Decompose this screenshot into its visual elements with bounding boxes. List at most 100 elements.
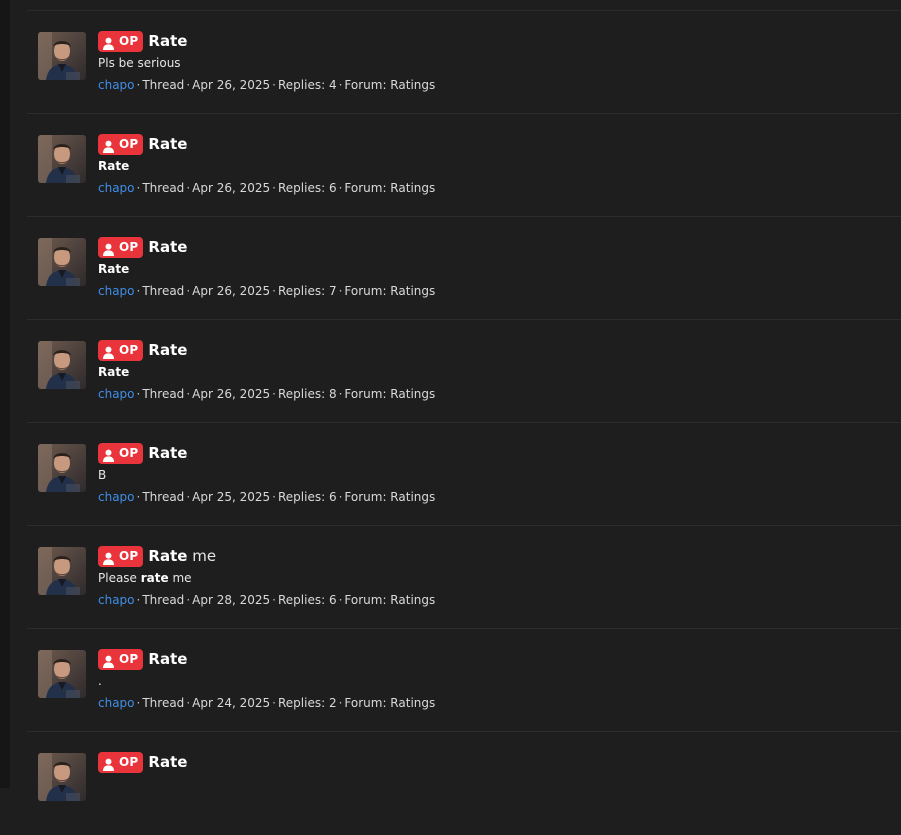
post-date: Apr 24, 2025 [192,696,271,710]
result-title-line: OP Rate [98,751,187,773]
avatar[interactable] [38,547,86,595]
result-snippet: Rate [98,159,129,173]
meta-separator: · [272,490,276,504]
reply-count: Replies: 2 [277,696,337,710]
forum-link[interactable]: Forum: Ratings [344,490,435,504]
reply-count: Replies: 6 [277,593,337,607]
title-highlight: Rate [148,135,188,153]
snippet-text: Pls be serious [98,56,181,70]
author-link[interactable]: chapo [98,181,135,195]
op-badge-label: OP [119,137,139,151]
avatar[interactable] [38,753,86,801]
result-title-line: OP Rate [98,442,187,464]
result-item: OP Rate me Please rate me chapo · Thread · Apr … [27,526,901,629]
op-badge-label: OP [119,240,139,254]
user-icon [102,138,115,153]
post-date: Apr 26, 2025 [192,181,271,195]
op-badge-label: OP [119,446,139,460]
user-icon [102,344,115,359]
content-type: Thread [142,593,185,607]
result-title-line: OP Rate [98,648,187,670]
result-snippet: . [98,674,102,688]
meta-separator: · [186,284,191,298]
thread-title-link[interactable]: Rate [148,32,187,50]
thread-title-link[interactable]: Rate [148,135,187,153]
post-date: Apr 26, 2025 [192,387,271,401]
thread-title-link[interactable]: Rate me [148,547,216,565]
op-badge-label: OP [119,343,139,357]
op-badge: OP [98,751,144,773]
forum-link[interactable]: Forum: Ratings [344,696,435,710]
user-icon [102,35,115,50]
result-item: OP Rate Rate chapo · Thread · Apr 26, 2025 · Repl… [27,114,901,217]
reply-count: Replies: 6 [277,490,337,504]
result-title-line: OP Rate [98,339,187,361]
forum-link[interactable]: Forum: Ratings [344,181,435,195]
meta-separator: · [186,181,191,195]
post-date: Apr 26, 2025 [192,284,271,298]
meta-separator: · [272,387,276,401]
author-link[interactable]: chapo [98,593,135,607]
content-type: Thread [142,696,185,710]
forum-link[interactable]: Forum: Ratings [344,387,435,401]
content-type: Thread [142,181,185,195]
avatar[interactable] [38,32,86,80]
result-snippet: B [98,468,106,482]
result-snippet: Please rate me [98,571,192,585]
author-link[interactable]: chapo [98,78,135,92]
meta-separator: · [186,490,191,504]
title-highlight: Rate [148,238,188,256]
op-badge: OP [98,648,144,670]
author-link[interactable]: chapo [98,696,135,710]
op-badge-label: OP [119,652,139,666]
result-item: OP Rate. chapo · Thread · Apr 24, 2025 · Replies… [27,629,901,732]
op-badge: OP [98,30,144,52]
op-badge: OP [98,133,144,155]
left-sidebar-edge [0,0,10,788]
result-meta: chapo · Thread · Apr 26, 2025 · Replies: 4 · For… [98,78,435,92]
avatar[interactable] [38,341,86,389]
author-link[interactable]: chapo [98,284,135,298]
avatar[interactable] [38,650,86,698]
op-badge: OP [98,545,144,567]
avatar[interactable] [38,135,86,183]
op-badge-label: OP [119,549,139,563]
result-meta: chapo · Thread · Apr 26, 2025 · Replies: 6 · For… [98,181,435,195]
meta-separator: · [272,181,276,195]
result-meta: chapo · Thread · Apr 26, 2025 · Replies: 8 · For… [98,387,435,401]
forum-link[interactable]: Forum: Ratings [344,284,435,298]
forum-link[interactable]: Forum: Ratings [344,78,435,92]
result-item: OP Rate Pls be serious chapo · Thread · Apr 26,… [27,11,901,114]
user-icon [102,550,115,565]
thread-title-link[interactable]: Rate [148,238,187,256]
title-rest: me [187,547,217,565]
meta-separator: · [186,78,191,92]
meta-separator: · [272,78,276,92]
snippet-highlight: rate [140,571,169,585]
snippet-text: . [98,674,102,688]
thread-title-link[interactable]: Rate [148,753,187,771]
title-highlight: Rate [148,650,188,668]
user-icon [102,241,115,256]
snippet-highlight: Rate [98,159,130,173]
title-highlight: Rate [148,753,188,771]
result-snippet: Pls be serious [98,56,181,70]
op-badge: OP [98,236,144,258]
avatar[interactable] [38,238,86,286]
thread-title-link[interactable]: Rate [148,650,187,668]
result-item: OP Rate Bchapo · Thread · Apr 25, 2025 · Replies… [27,423,901,526]
author-link[interactable]: chapo [98,490,135,504]
content-type: Thread [142,490,185,504]
snippet-text: B [98,468,107,482]
reply-count: Replies: 7 [277,284,337,298]
forum-link[interactable]: Forum: Ratings [344,593,435,607]
result-snippet: Rate [98,262,129,276]
thread-title-link[interactable]: Rate [148,444,187,462]
author-link[interactable]: chapo [98,387,135,401]
avatar[interactable] [38,444,86,492]
meta-separator: · [272,696,276,710]
thread-title-link[interactable]: Rate [148,341,187,359]
meta-separator: · [272,593,276,607]
result-meta: chapo · Thread · Apr 24, 2025 · Replies: 2 · For… [98,696,435,710]
title-highlight: Rate [148,444,188,462]
